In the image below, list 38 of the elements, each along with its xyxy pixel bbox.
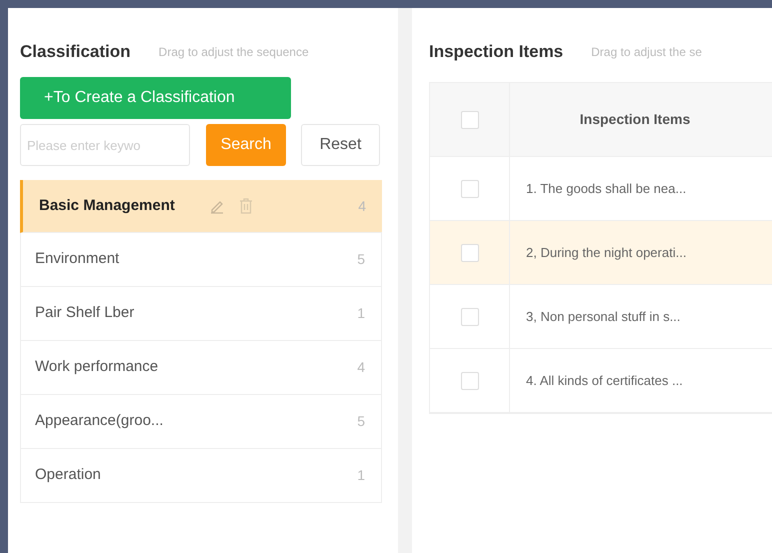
item-label: Work performance	[35, 357, 158, 378]
table-cell-text: 3, Non personal stuff in s...	[525, 308, 680, 326]
table-row[interactable]: 4. All kinds of certificates ...	[430, 349, 772, 413]
table-cell-text: 2, During the night operati...	[525, 244, 686, 262]
reset-button[interactable]: Reset	[301, 124, 380, 166]
item-count: 1	[357, 304, 365, 323]
checkbox[interactable]	[460, 110, 478, 128]
classification-item[interactable]: Basic Management 4	[20, 180, 382, 233]
checkbox[interactable]	[460, 180, 478, 198]
panel-title: Inspection Items	[429, 41, 564, 64]
classification-item[interactable]: Appearance(groo... 5	[20, 395, 382, 449]
panel-title: Classification	[20, 41, 131, 64]
table-cell-text: 4. All kinds of certificates ...	[525, 372, 683, 390]
item-count: 4	[358, 196, 366, 216]
item-count: 1	[357, 466, 365, 485]
table-row[interactable]: 1. The goods shall be nea...	[430, 157, 772, 221]
item-count: 5	[357, 412, 365, 431]
table-row[interactable]: 2, During the night operati...	[430, 221, 772, 285]
column-header: Inspection Items	[578, 110, 692, 129]
checkbox[interactable]	[460, 308, 478, 326]
classification-item[interactable]: Work performance 4	[20, 341, 382, 395]
item-label: Environment	[35, 249, 120, 270]
table-cell-text: 1. The goods shall be nea...	[525, 180, 686, 198]
checkbox[interactable]	[460, 372, 478, 390]
classification-item[interactable]: Operation 1	[20, 449, 382, 503]
item-label: Basic Management	[39, 196, 175, 216]
item-label: Pair Shelf Lber	[35, 303, 134, 324]
classification-item[interactable]: Environment 5	[20, 233, 382, 287]
hint-text: Drag to adjust the se	[591, 44, 702, 61]
table-row[interactable]: 3, Non personal stuff in s...	[430, 285, 772, 349]
item-count: 5	[357, 250, 365, 269]
classification-item[interactable]: Pair Shelf Lber 1	[20, 287, 382, 341]
item-count: 4	[357, 358, 365, 377]
item-label: Operation	[35, 465, 101, 486]
item-label: Appearance(groo...	[35, 411, 164, 432]
checkbox[interactable]	[460, 244, 478, 262]
trash-icon[interactable]	[238, 198, 253, 214]
hint-text: Drag to adjust the sequence	[158, 44, 309, 61]
